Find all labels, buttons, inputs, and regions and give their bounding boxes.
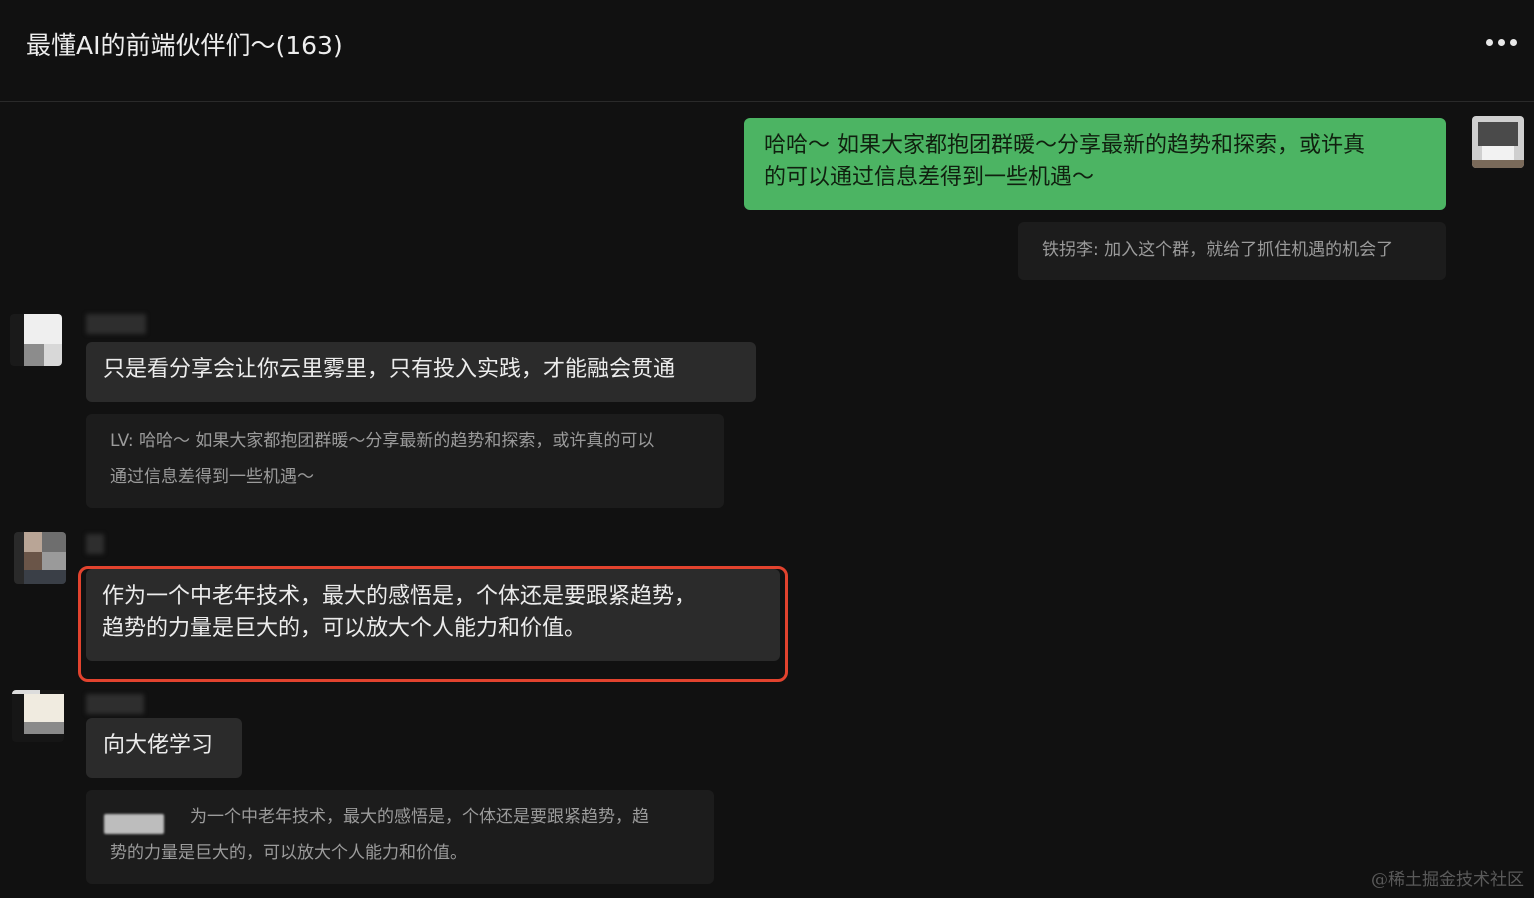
quoted-text-line1: LV: 哈哈～ 如果大家都抱团群暖～分享最新的趋势和探索，或许真的可以 xyxy=(110,431,655,451)
message-text: 向大佬学习 xyxy=(103,733,214,758)
message-bubble[interactable]: 只是看分享会让你云里雾里，只有投入实践，才能融会贯通 xyxy=(86,342,756,402)
chat-header: 最懂AI的前端伙伴们～(163) xyxy=(0,0,1534,102)
sender-avatar[interactable] xyxy=(12,690,64,742)
quoted-text-line2: 势的力量是巨大的，可以放大个人能力和价值。 xyxy=(110,843,467,863)
highlight-box xyxy=(78,566,788,682)
message-text: 只是看分享会让你云里雾里，只有投入实践，才能融会贯通 xyxy=(103,357,676,382)
more-dots-icon[interactable] xyxy=(1486,32,1530,52)
sender-avatar[interactable] xyxy=(14,532,66,584)
outgoing-message-line1: 哈哈～ 如果大家都抱团群暖～分享最新的趋势和探索，或许真 xyxy=(764,133,1365,158)
outgoing-message-line2: 的可以通过信息差得到一些机遇～ xyxy=(764,165,1095,190)
outgoing-quote[interactable]: 铁拐李: 加入这个群，就给了抓住机遇的机会了 xyxy=(1018,222,1446,280)
sender-avatar[interactable] xyxy=(10,314,62,366)
quoted-text-line1: 为一个中老年技术，最大的感悟是，个体还是要跟紧趋势，趋 xyxy=(190,807,649,827)
message-bubble[interactable]: 向大佬学习 xyxy=(86,718,242,778)
self-avatar[interactable] xyxy=(1472,116,1524,168)
sender-name-blurred xyxy=(86,534,104,554)
outgoing-quote-text: 铁拐李: 加入这个群，就给了抓住机遇的机会了 xyxy=(1042,240,1394,260)
sender-name-blurred xyxy=(86,694,144,714)
outgoing-message[interactable]: 哈哈～ 如果大家都抱团群暖～分享最新的趋势和探索，或许真 的可以通过信息差得到一… xyxy=(744,118,1446,210)
quoted-message[interactable]: 为一个中老年技术，最大的感悟是，个体还是要跟紧趋势，趋 势的力量是巨大的，可以放… xyxy=(86,790,714,884)
quoted-text-line2: 通过信息差得到一些机遇～ xyxy=(110,467,314,487)
watermark: @稀土掘金技术社区 xyxy=(1371,870,1524,890)
group-title: 最懂AI的前端伙伴们～(163) xyxy=(26,31,343,60)
quoted-message[interactable]: LV: 哈哈～ 如果大家都抱团群暖～分享最新的趋势和探索，或许真的可以 通过信息… xyxy=(86,414,724,508)
quoted-sender-blurred xyxy=(104,814,164,834)
sender-name-blurred xyxy=(86,314,146,334)
